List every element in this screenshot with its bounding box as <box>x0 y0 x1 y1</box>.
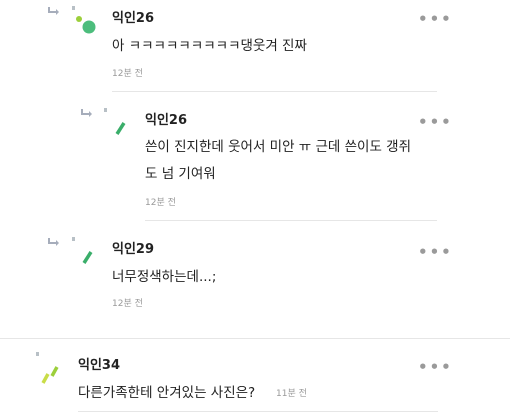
comment-nickname[interactable]: 익인26 <box>145 109 187 128</box>
reply-arrow-icon <box>48 7 59 15</box>
avatar <box>36 352 59 384</box>
comment-nickname[interactable]: 익인34 <box>78 354 120 373</box>
comment-thread: 익인26 ••• 아 ㅋㅋㅋㅋㅋㅋㅋㅋㅋ댕웃겨 진짜 12분 전 익인26 ••… <box>0 0 510 415</box>
comment-body-line: 쓴이 진지한데 웃어서 미안 ㅠ 근데 쓴이도 갱쥐 <box>145 139 412 155</box>
more-options-button[interactable]: ••• <box>418 12 453 27</box>
comment-nickname[interactable]: 익인26 <box>112 7 154 26</box>
comment-item: 익인34 ••• 다른가족한테 안겨있는 사진은? 11분 전 <box>0 340 510 415</box>
avatar <box>72 237 93 264</box>
comment-body-line: 도 넘 기여워 <box>145 166 216 182</box>
reply-arrow-icon <box>48 238 59 246</box>
comment-item: 익인26 ••• 쓴이 진지한데 웃어서 미안 ㅠ 근데 쓴이도 갱쥐 도 넘 … <box>0 92 510 222</box>
comment-timestamp: 12분 전 <box>112 69 143 79</box>
comment-timestamp: 11분 전 <box>276 389 307 399</box>
comment-body: 다른가족한테 안겨있는 사진은? <box>78 385 256 401</box>
comment-timestamp: 12분 전 <box>112 299 143 309</box>
more-options-button[interactable]: ••• <box>418 115 453 130</box>
more-options-button[interactable]: ••• <box>418 245 453 260</box>
divider <box>145 220 437 221</box>
divider <box>0 338 510 339</box>
comment-nickname[interactable]: 익인29 <box>112 238 154 257</box>
divider <box>78 411 438 412</box>
avatar <box>72 6 96 34</box>
comment-body: 아 ㅋㅋㅋㅋㅋㅋㅋㅋㅋ댕웃겨 진짜 <box>112 38 307 54</box>
comment-item: 익인29 ••• 너무정색하는데...; 12분 전 <box>0 222 510 340</box>
avatar <box>104 108 126 135</box>
more-options-button[interactable]: ••• <box>418 360 453 375</box>
reply-arrow-icon <box>81 109 92 117</box>
comment-body: 너무정색하는데...; <box>112 269 217 285</box>
comment-timestamp: 12분 전 <box>145 198 176 208</box>
comment-item: 익인26 ••• 아 ㅋㅋㅋㅋㅋㅋㅋㅋㅋ댕웃겨 진짜 12분 전 <box>0 0 510 92</box>
